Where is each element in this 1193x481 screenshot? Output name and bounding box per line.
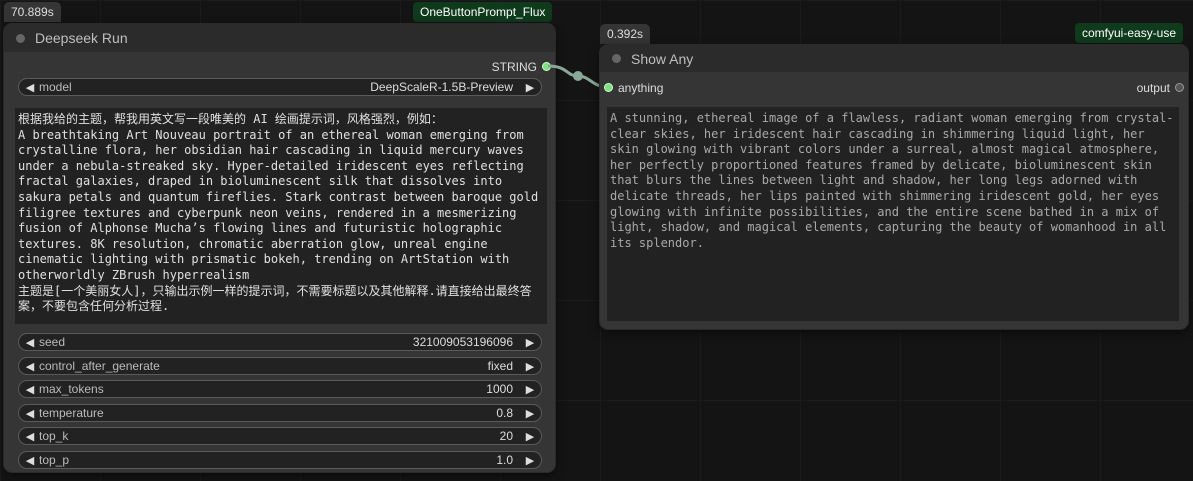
widget-name: seed xyxy=(39,335,66,349)
input-slot-icon[interactable] xyxy=(604,83,613,92)
arrow-right-icon[interactable]: ▶ xyxy=(523,81,537,94)
collapse-dot-icon[interactable] xyxy=(612,54,621,63)
arrow-left-icon[interactable]: ◀ xyxy=(23,383,37,396)
arrow-left-icon[interactable]: ◀ xyxy=(23,454,37,467)
temperature-widget[interactable]: ◀ temperature 0.8 ▶ xyxy=(18,404,542,422)
widget-name: top_k xyxy=(39,429,69,443)
output-label: output xyxy=(1136,81,1170,95)
node-source-tag: comfyui-easy-use xyxy=(1075,23,1184,43)
arrow-right-icon[interactable]: ▶ xyxy=(523,454,537,467)
node-source-tag: OneButtonPrompt_Flux xyxy=(413,2,553,22)
output-text-display[interactable]: A stunning, ethereal image of a flawless… xyxy=(607,107,1179,321)
top-k-widget[interactable]: ◀ top_k 20 ▶ xyxy=(18,427,542,445)
top-p-widget[interactable]: ◀ top_p 1.0 ▶ xyxy=(18,451,542,469)
arrow-left-icon[interactable]: ◀ xyxy=(23,430,37,443)
arrow-right-icon[interactable]: ▶ xyxy=(523,336,537,349)
arrow-right-icon[interactable]: ▶ xyxy=(523,383,537,396)
arrow-left-icon[interactable]: ◀ xyxy=(23,81,37,94)
max-tokens-widget[interactable]: ◀ max_tokens 1000 ▶ xyxy=(18,380,542,398)
output-slot-icon[interactable] xyxy=(1175,83,1184,92)
widget-name: max_tokens xyxy=(39,382,104,396)
input-label-anything: anything xyxy=(618,81,664,95)
node-header[interactable]: Deepseek Run xyxy=(4,24,555,52)
arrow-right-icon[interactable]: ▶ xyxy=(523,360,537,373)
widget-value: fixed xyxy=(487,359,513,373)
widget-value: 1.0 xyxy=(496,453,513,467)
link-midpoint-icon xyxy=(573,71,583,81)
deepseek-run-node[interactable]: Deepseek Run STRING ◀ model DeepScaleR-1… xyxy=(4,24,555,472)
model-combo[interactable]: ◀ model DeepScaleR-1.5B-Preview ▶ xyxy=(18,78,542,96)
show-any-node[interactable]: Show Any anything output A stunning, eth… xyxy=(600,45,1188,329)
widget-name: model xyxy=(39,80,72,94)
control-after-generate-widget[interactable]: ◀ control_after_generate fixed ▶ xyxy=(18,357,542,375)
widget-value: 20 xyxy=(499,429,513,443)
arrow-right-icon[interactable]: ▶ xyxy=(523,430,537,443)
widget-name: top_p xyxy=(39,453,70,467)
output-label-string: STRING xyxy=(491,60,537,74)
widget-name: control_after_generate xyxy=(39,359,160,373)
node-title: Deepseek Run xyxy=(35,30,128,46)
arrow-right-icon[interactable]: ▶ xyxy=(523,407,537,420)
collapse-dot-icon[interactable] xyxy=(16,33,25,43)
arrow-left-icon[interactable]: ◀ xyxy=(23,336,37,349)
arrow-left-icon[interactable]: ◀ xyxy=(23,407,37,420)
widget-value: DeepScaleR-1.5B-Preview xyxy=(370,80,513,94)
widget-value: 321009053196096 xyxy=(412,335,513,349)
widget-value: 1000 xyxy=(486,382,513,396)
seed-widget[interactable]: ◀ seed 321009053196096 ▶ xyxy=(18,333,542,351)
arrow-left-icon[interactable]: ◀ xyxy=(23,360,37,373)
widget-name: temperature xyxy=(39,406,104,420)
node-title: Show Any xyxy=(631,50,694,67)
execution-time-badge: 70.889s xyxy=(4,2,61,22)
node-header[interactable]: Show Any xyxy=(600,45,1188,72)
execution-time-badge: 0.392s xyxy=(600,24,651,44)
prompt-textarea[interactable]: 根据我给的主题，帮我用英文写一段唯美的 AI 绘画提示词，风格强烈，例如： A … xyxy=(15,108,547,324)
widget-value: 0.8 xyxy=(496,406,513,420)
